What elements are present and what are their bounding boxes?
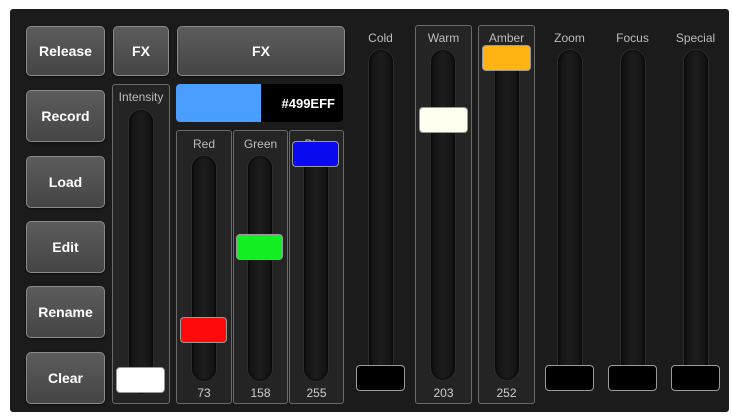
focus-fader-handle[interactable] bbox=[608, 365, 657, 391]
warm-fader-handle[interactable] bbox=[419, 107, 468, 134]
special-fader-handle[interactable] bbox=[671, 365, 720, 391]
focus-fader-track[interactable] bbox=[621, 50, 645, 380]
edit-button[interactable]: Edit bbox=[26, 221, 105, 273]
clear-button[interactable]: Clear bbox=[26, 352, 105, 404]
cold-fader-track[interactable] bbox=[369, 50, 393, 380]
special-fader-track[interactable] bbox=[684, 50, 708, 380]
fx-small-button[interactable]: FX bbox=[113, 26, 169, 76]
green-value: 158 bbox=[250, 386, 271, 400]
color-hex-display[interactable]: #499EFF bbox=[176, 84, 343, 122]
fx-wide-button[interactable]: FX bbox=[177, 26, 345, 76]
load-button[interactable]: Load bbox=[26, 156, 105, 208]
rename-button[interactable]: Rename bbox=[26, 286, 105, 338]
zoom-fader-handle[interactable] bbox=[545, 365, 594, 391]
red-fader-handle[interactable] bbox=[180, 316, 227, 343]
zoom-label: Zoom bbox=[554, 31, 585, 45]
green-fader-track[interactable] bbox=[248, 156, 272, 381]
warm-value: 203 bbox=[433, 386, 454, 400]
intensity-fader-handle[interactable] bbox=[116, 367, 165, 393]
intensity-fader-track[interactable] bbox=[129, 110, 153, 394]
blue-fader-handle[interactable] bbox=[292, 141, 339, 167]
record-button[interactable]: Record bbox=[26, 90, 105, 142]
cold-label: Cold bbox=[368, 31, 393, 45]
green-fader-handle[interactable] bbox=[236, 234, 283, 261]
warm-fader-track[interactable] bbox=[431, 50, 455, 380]
red-fader-track[interactable] bbox=[192, 156, 216, 381]
blue-value: 255 bbox=[306, 386, 327, 400]
color-hex-value: #499EFF bbox=[281, 95, 335, 111]
intensity-label: Intensity bbox=[118, 90, 164, 104]
blue-fader-track[interactable] bbox=[304, 156, 328, 381]
warm-label: Warm bbox=[427, 31, 460, 45]
red-label: Red bbox=[192, 137, 215, 151]
special-label: Special bbox=[675, 31, 716, 45]
release-button[interactable]: Release bbox=[26, 26, 105, 76]
amber-value: 252 bbox=[496, 386, 517, 400]
color-swatch bbox=[176, 84, 261, 122]
amber-label: Amber bbox=[488, 31, 525, 45]
red-value: 73 bbox=[197, 386, 211, 400]
zoom-fader-track[interactable] bbox=[558, 50, 582, 380]
green-label: Green bbox=[243, 137, 278, 151]
focus-label: Focus bbox=[616, 31, 649, 45]
amber-fader-track[interactable] bbox=[495, 50, 519, 380]
amber-fader-handle[interactable] bbox=[482, 44, 531, 71]
cold-fader-handle[interactable] bbox=[356, 365, 405, 391]
